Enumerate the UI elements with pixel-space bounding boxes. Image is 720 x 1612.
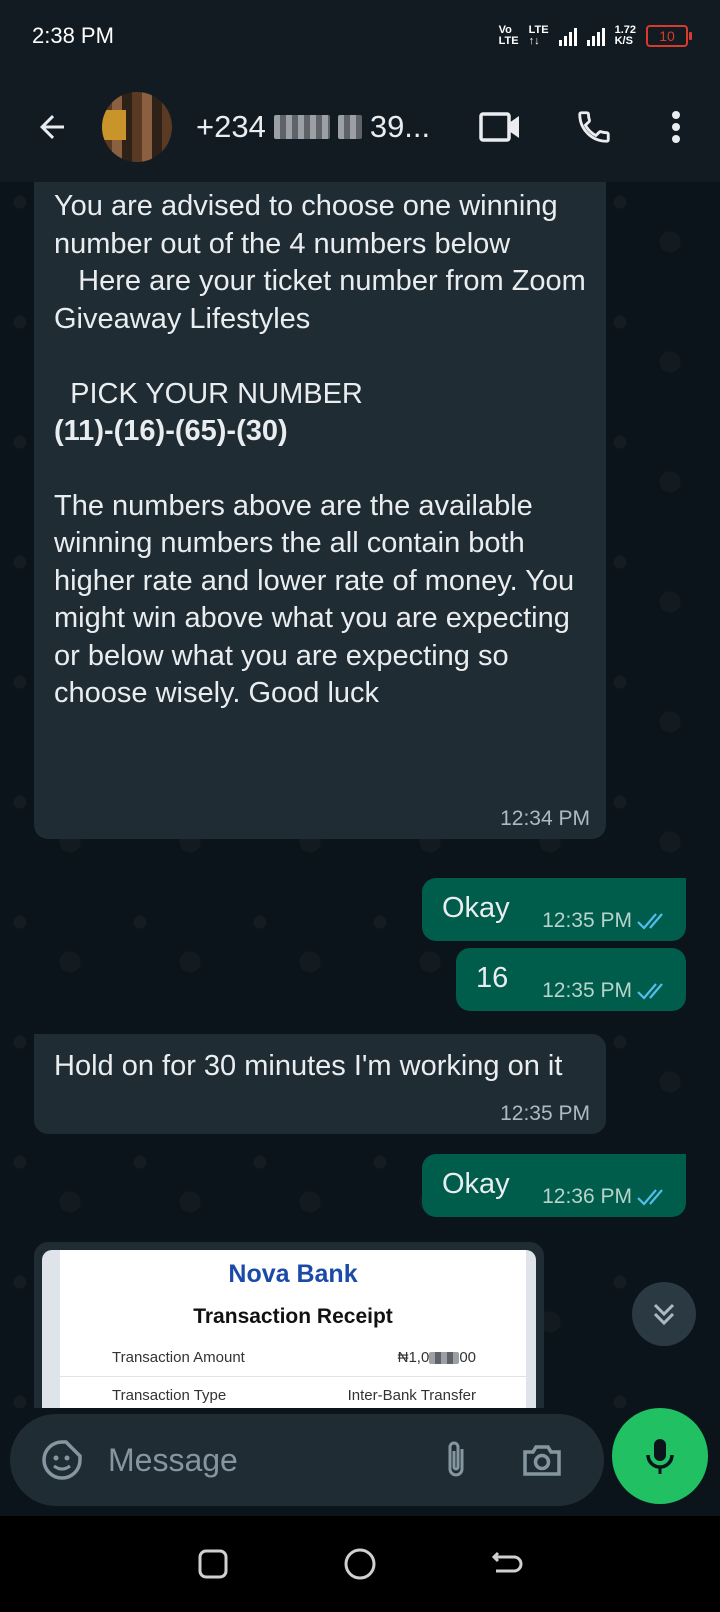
incoming-message[interactable]: Hold on for 30 minutes I'm working on it… bbox=[34, 1034, 606, 1134]
redacted-digits bbox=[337, 115, 362, 139]
voice-message-button[interactable] bbox=[612, 1408, 708, 1504]
outgoing-message[interactable]: 16 12:35 PM bbox=[456, 948, 686, 1011]
home-icon bbox=[344, 1548, 376, 1580]
signal-icon bbox=[558, 26, 577, 46]
status-indicators: Vo LTE LTE ↑↓ 1.72 K/S 10 bbox=[498, 24, 692, 47]
recent-apps-icon bbox=[198, 1549, 228, 1579]
message-text: You are advised to choose one winning nu… bbox=[54, 190, 586, 410]
attach-button[interactable] bbox=[428, 1432, 484, 1488]
more-options-icon bbox=[672, 111, 680, 143]
status-bar: 2:38 PM Vo LTE LTE ↑↓ 1.72 K/S 10 bbox=[0, 0, 720, 72]
back-arrow-icon bbox=[40, 115, 64, 139]
back-nav-button[interactable] bbox=[479, 1536, 535, 1592]
paperclip-icon bbox=[448, 1441, 464, 1477]
back-nav-icon bbox=[491, 1551, 523, 1573]
outgoing-message[interactable]: Okay 12:35 PM bbox=[422, 878, 686, 941]
more-options-button[interactable] bbox=[646, 97, 706, 157]
lte-indicator: LTE ↑↓ bbox=[528, 24, 549, 47]
outgoing-message[interactable]: Okay 12:36 PM bbox=[422, 1154, 686, 1217]
chat-area[interactable]: You are advised to choose one winning nu… bbox=[0, 182, 720, 1408]
header-actions bbox=[470, 72, 720, 182]
message-text: 16 bbox=[476, 962, 509, 994]
sticker-button[interactable] bbox=[34, 1432, 90, 1488]
camera-icon bbox=[523, 1445, 561, 1476]
camera-button[interactable] bbox=[514, 1432, 570, 1488]
status-time: 2:38 PM bbox=[32, 23, 114, 48]
redacted-amount bbox=[429, 1352, 460, 1365]
voice-call-button[interactable] bbox=[564, 97, 624, 157]
microphone-icon bbox=[646, 1439, 674, 1474]
video-call-icon bbox=[479, 112, 519, 142]
read-ticks-icon bbox=[637, 983, 663, 1000]
scroll-to-bottom-button[interactable] bbox=[632, 1282, 696, 1346]
message-text: The numbers above are the available winn… bbox=[54, 489, 583, 710]
double-chevron-down-icon bbox=[653, 1303, 675, 1326]
incoming-message[interactable]: You are advised to choose one winning nu… bbox=[34, 182, 606, 839]
battery-icon: 10 bbox=[646, 25, 692, 47]
receipt-row: Transaction Amount ₦1,0 00 bbox=[60, 1349, 526, 1377]
read-ticks-icon bbox=[637, 913, 663, 930]
redacted-digits bbox=[273, 115, 330, 139]
message-input[interactable] bbox=[108, 1441, 408, 1479]
signal-icon-2 bbox=[586, 26, 605, 46]
network-speed: 1.72 K/S bbox=[614, 24, 636, 47]
receipt-title: Transaction Receipt bbox=[193, 1305, 393, 1328]
receipt-image[interactable]: Nova Bank Transaction Receipt Transactio… bbox=[42, 1250, 536, 1408]
video-call-button[interactable] bbox=[470, 97, 530, 157]
message-time: 12:35 PM bbox=[542, 909, 670, 933]
battery-level: 10 bbox=[659, 28, 675, 44]
message-time: 12:36 PM bbox=[542, 1185, 670, 1209]
message-time: 12:35 PM bbox=[500, 1102, 590, 1125]
avatar[interactable] bbox=[102, 92, 172, 162]
image-message[interactable]: Nova Bank Transaction Receipt Transactio… bbox=[34, 1242, 544, 1408]
volte-indicator: Vo LTE bbox=[498, 24, 519, 47]
voice-call-icon bbox=[578, 111, 610, 143]
message-composer bbox=[10, 1414, 604, 1506]
recent-apps-button[interactable] bbox=[185, 1536, 241, 1592]
message-bold-numbers: (11)-(16)-(65)-(30) bbox=[54, 415, 288, 447]
receipt-row: Transaction Type Inter-Bank Transfer bbox=[112, 1387, 476, 1404]
chat-header: +234 39... bbox=[0, 72, 720, 182]
contact-name[interactable]: +234 39... bbox=[196, 109, 430, 145]
bank-name: Nova Bank bbox=[228, 1260, 358, 1288]
message-time: 12:34 PM bbox=[500, 807, 590, 830]
message-text: Okay bbox=[442, 1168, 510, 1200]
message-text: Okay bbox=[442, 892, 510, 924]
read-ticks-icon bbox=[637, 1189, 663, 1206]
back-button[interactable] bbox=[22, 97, 82, 157]
message-text: Hold on for 30 minutes I'm working on it bbox=[54, 1050, 563, 1082]
message-time: 12:35 PM bbox=[542, 979, 670, 1003]
home-button[interactable] bbox=[332, 1536, 388, 1592]
sticker-icon bbox=[42, 1440, 82, 1480]
system-navigation-bar bbox=[0, 1516, 720, 1612]
